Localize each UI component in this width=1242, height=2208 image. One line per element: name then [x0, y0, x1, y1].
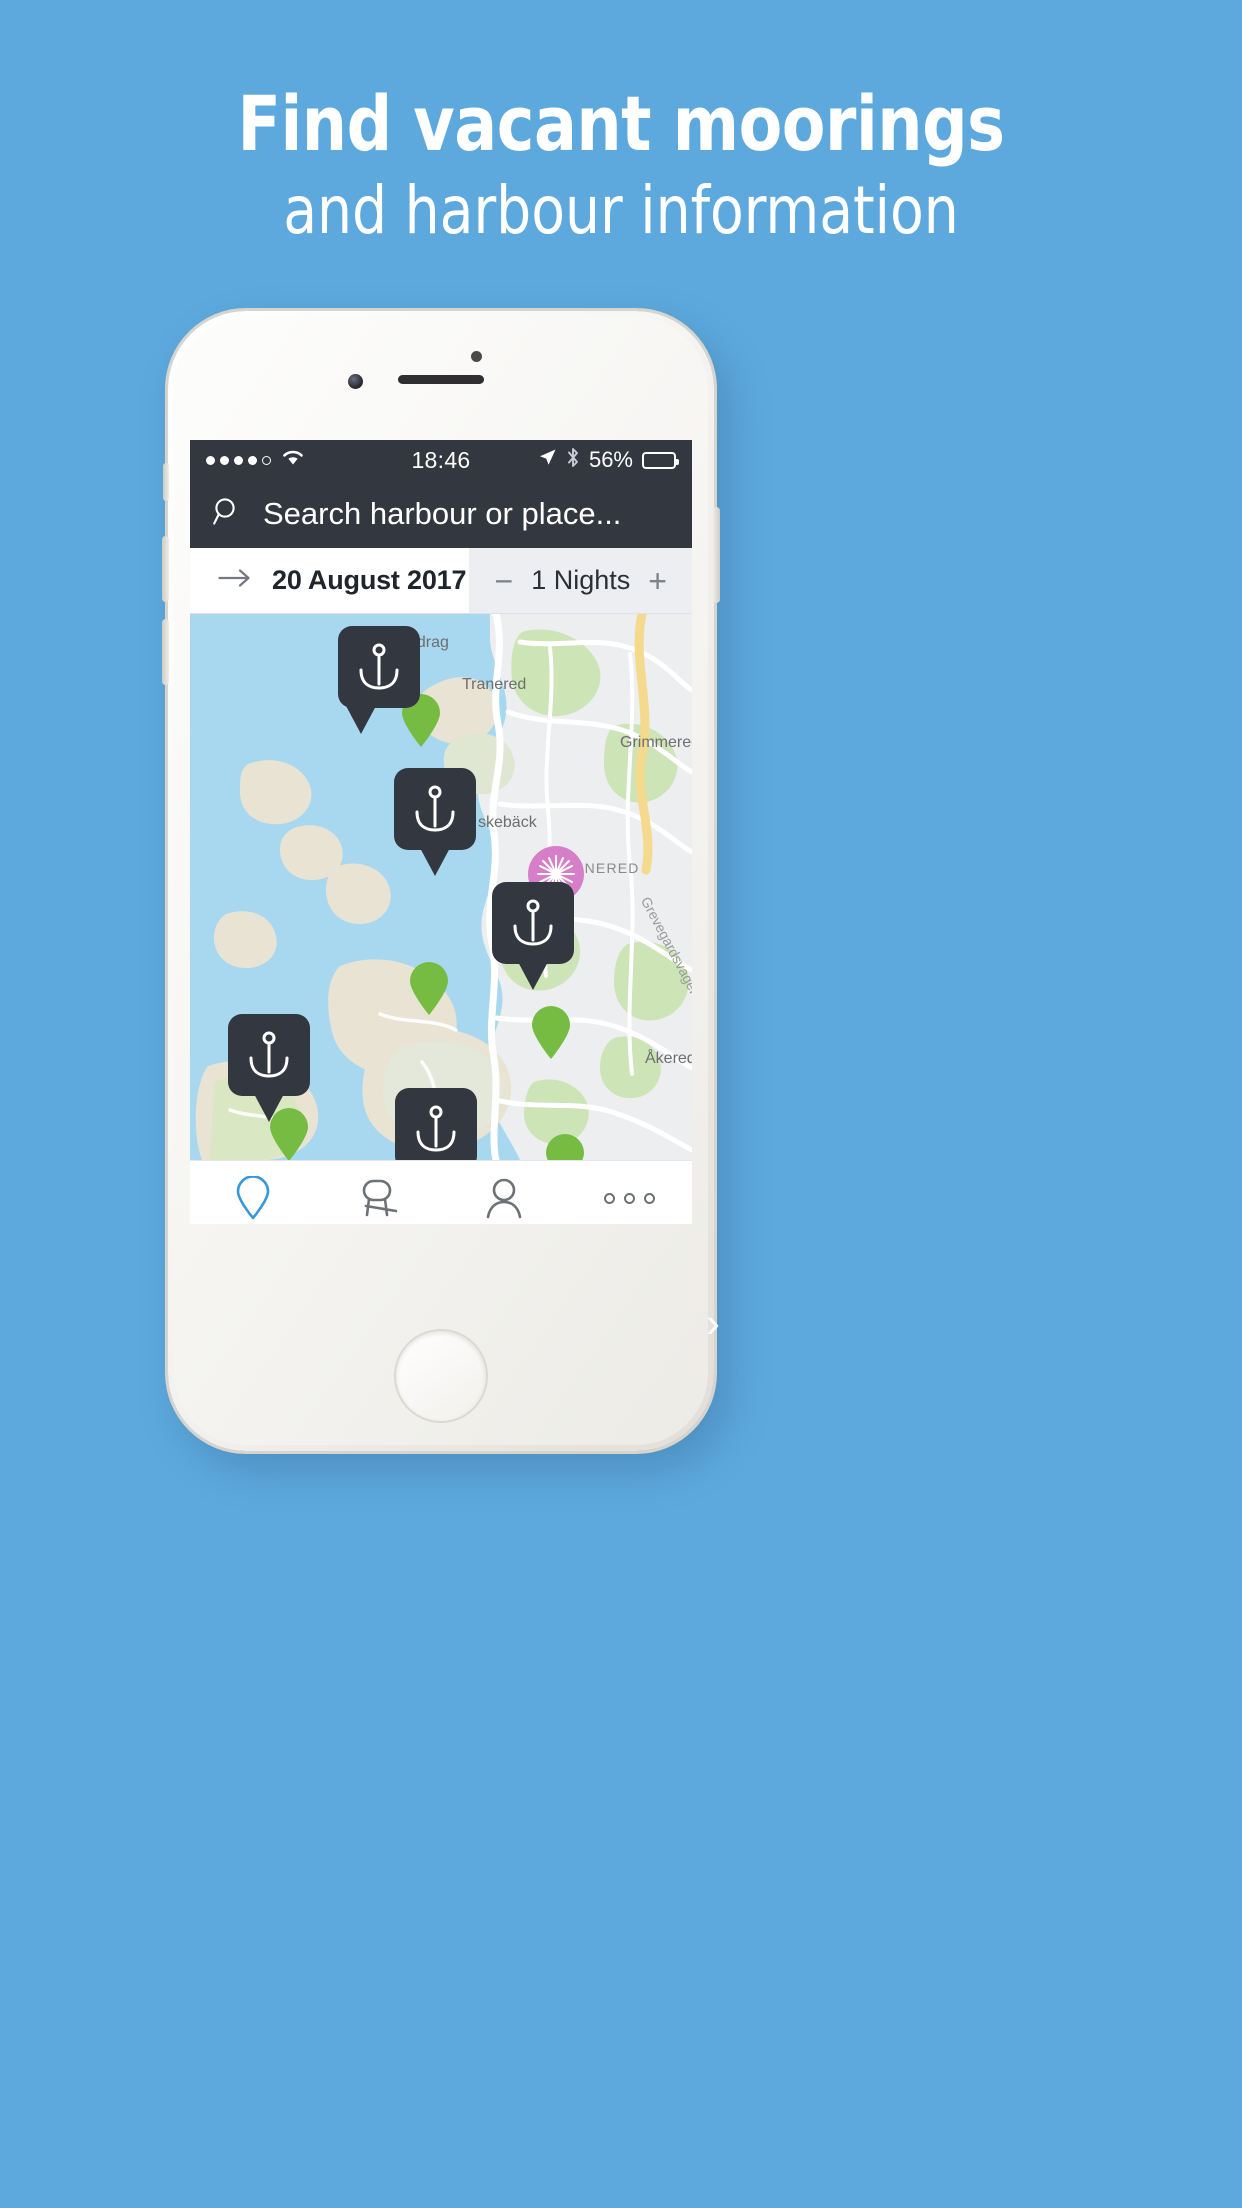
date-picker-button[interactable]: 20 August 2017: [190, 548, 470, 613]
location-arrow-icon: [538, 447, 557, 473]
more-dot: [603, 1192, 615, 1204]
battery-icon: [642, 451, 679, 469]
signal-strength-dots: [206, 455, 271, 465]
anchor-icon: [352, 640, 406, 694]
power-button: [713, 507, 720, 603]
vacant-mooring-pin[interactable]: [408, 962, 450, 1016]
search-bar[interactable]: Search harbour or place...: [190, 480, 692, 548]
silent-switch: [163, 463, 169, 501]
map-label: Grimmered: [620, 734, 692, 751]
harbour-marker[interactable]: [338, 626, 420, 734]
harbour-marker-tail: [344, 704, 377, 734]
anchor-icon: [506, 896, 560, 950]
date-nights-bar: 20 August 2017 − 1 Nights +: [190, 548, 692, 614]
vacant-mooring-pin[interactable]: [530, 1006, 572, 1060]
status-bar: 18:46 56%: [190, 440, 692, 480]
home-button[interactable]: [394, 1329, 488, 1423]
proximity-sensor: [471, 351, 482, 362]
map-label: Tranered: [462, 676, 527, 693]
search-input-placeholder[interactable]: Search harbour or place...: [263, 496, 621, 532]
status-bar-right: 56%: [538, 447, 679, 474]
promo-headline: Find vacant moorings and harbour informa…: [0, 86, 1242, 253]
harbour-marker-tail: [419, 846, 451, 876]
next-screenshot-chevron-icon[interactable]: ›: [706, 1302, 720, 1344]
battery-percent-label: 56%: [588, 447, 633, 472]
tab-map[interactable]: MAP: [190, 1176, 316, 1224]
harbour-marker[interactable]: [492, 882, 574, 990]
harbour-marker[interactable]: [394, 768, 476, 876]
volume-up-button: [162, 536, 169, 602]
harbour-marker-tail: [517, 960, 549, 990]
earpiece-speaker: [398, 375, 484, 384]
nights-value-label: 1 Nights: [531, 565, 631, 595]
map-label: Åkered: [645, 1050, 692, 1067]
promo-headline-line1: Find vacant moorings: [237, 79, 1005, 168]
person-icon: [484, 1177, 524, 1219]
promo-headline-line2: and harbour information: [283, 172, 959, 249]
mooring-buoy-icon: [356, 1177, 400, 1219]
search-icon: [212, 496, 243, 532]
anchor-icon: [242, 1028, 296, 1082]
vacant-mooring-pin[interactable]: [544, 1134, 586, 1160]
tab-release[interactable]: RELEASE: [316, 1177, 442, 1224]
tab-my-profile[interactable]: MY PROFILE: [441, 1177, 567, 1224]
bottom-tab-bar: MAP RELEASE: [190, 1160, 692, 1224]
arrow-right-icon: [218, 568, 252, 593]
harbour-marker[interactable]: [395, 1088, 477, 1160]
harbour-marker[interactable]: [228, 1014, 310, 1122]
signal-dot-empty: [262, 455, 271, 465]
map-pin-icon: [235, 1176, 271, 1220]
three-dots-icon: [603, 1177, 655, 1219]
signal-dot: [220, 455, 229, 465]
more-dot: [623, 1192, 635, 1204]
tab-more[interactable]: MORE: [567, 1177, 693, 1224]
signal-dot: [234, 455, 243, 465]
signal-dot: [248, 455, 257, 465]
anchor-icon: [409, 1102, 463, 1156]
map-view[interactable]: edrag Tranered Grimmered skebäck TYNNERE…: [190, 614, 692, 1160]
status-bar-left: [206, 447, 306, 473]
phone-screen: 18:46 56% Search harbour or place... 20 …: [190, 440, 692, 1224]
nights-decrement-button[interactable]: −: [494, 565, 513, 597]
more-dot: [643, 1192, 655, 1204]
map-label: skebäck: [478, 814, 537, 831]
nights-increment-button[interactable]: +: [648, 565, 667, 597]
selected-date-label: 20 August 2017: [272, 565, 467, 595]
bluetooth-icon: [566, 447, 580, 474]
status-bar-clock: 18:46: [411, 446, 471, 473]
anchor-icon: [408, 782, 462, 836]
volume-down-button: [162, 619, 169, 685]
nights-stepper: − 1 Nights +: [469, 548, 692, 613]
front-camera: [348, 374, 363, 389]
harbour-marker-tail: [253, 1092, 285, 1122]
phone-device-frame: 18:46 56% Search harbour or place... 20 …: [162, 311, 720, 1451]
wifi-icon: [280, 447, 306, 473]
signal-dot: [206, 455, 215, 465]
